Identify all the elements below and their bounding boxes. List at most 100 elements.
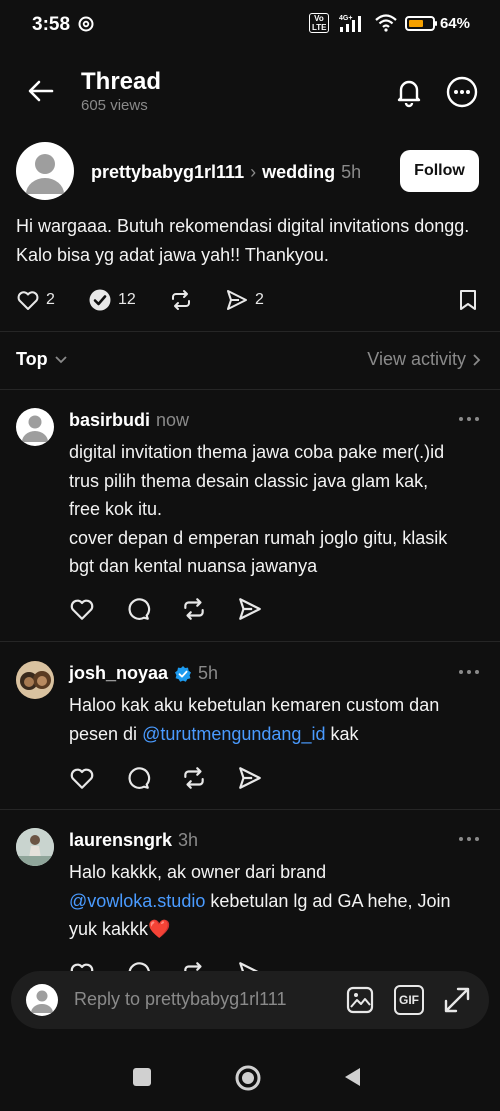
back-triangle-icon[interactable] <box>342 1066 364 1088</box>
comment-icon[interactable] <box>125 765 151 791</box>
more-dots-icon[interactable] <box>458 412 480 426</box>
view-count: 605 views <box>81 97 148 114</box>
send-icon[interactable] <box>237 765 263 791</box>
chevron-right-icon: › <box>250 162 257 182</box>
threads-notification-icon <box>78 16 94 32</box>
system-nav-bar <box>0 1050 500 1111</box>
reply-item: laurensngrk 3h Halo kakkk, ak owner dari… <box>16 828 482 984</box>
reply-count: 12 <box>118 291 136 308</box>
reply-text: Halo kakkk, ak owner dari brand @vowloka… <box>69 858 482 944</box>
like-count: 2 <box>46 291 55 308</box>
chevron-down-icon <box>55 355 67 363</box>
reply-byline: basirbudi now <box>69 410 189 431</box>
reply-text-line: Halo kakkk, ak owner dari brand <box>69 862 327 882</box>
reply-composer[interactable]: Reply to prettybabyg1rl111 GIF <box>11 971 489 1029</box>
divider <box>0 641 500 642</box>
svg-text:4G+: 4G+ <box>339 15 352 22</box>
share-count: 2 <box>255 291 264 308</box>
reply-actions <box>69 765 289 791</box>
battery-percent: 64% <box>439 14 470 32</box>
volte-icon: Vo LTE <box>308 13 329 33</box>
reply-text-line: trus pilih thema desain classic java gla… <box>69 470 429 491</box>
more-dots-icon[interactable] <box>458 832 480 846</box>
heart-icon[interactable] <box>69 765 95 791</box>
reply-username[interactable]: laurensngrk <box>69 830 172 851</box>
sort-bar: Top View activity <box>16 344 482 376</box>
repost-icon[interactable] <box>181 765 207 791</box>
reply-text-line: digital invitation thema jawa coba pake … <box>69 442 445 462</box>
divider <box>0 389 500 390</box>
share-button[interactable]: 2 <box>225 286 264 314</box>
reply-username[interactable]: josh_noyaa <box>69 663 168 684</box>
post-time: 5h <box>341 162 362 182</box>
bookmark-button[interactable] <box>456 286 480 314</box>
reply-text: Haloo kak aku kebetulan kemaren custom d… <box>69 691 482 748</box>
arrow-left-icon[interactable] <box>26 76 56 106</box>
mention-link[interactable]: @vowloka.studio <box>69 891 205 911</box>
reply-text-line: cover depan d emperan rumah joglo gitu, … <box>69 527 448 548</box>
divider <box>0 809 500 810</box>
avatar[interactable] <box>16 142 74 200</box>
sort-dropdown[interactable]: Top <box>16 349 68 370</box>
default-avatar-icon <box>31 990 53 1013</box>
view-activity-label: View activity <box>367 349 466 369</box>
reply-byline: laurensngrk 3h <box>69 830 198 851</box>
repost-button[interactable] <box>169 286 193 314</box>
post-text: Hi wargaaa. Butuh rekomendasi digital in… <box>16 216 470 265</box>
post-topic[interactable]: wedding <box>262 162 335 182</box>
repost-icon <box>172 290 190 310</box>
bell-icon[interactable] <box>393 76 425 108</box>
send-icon <box>227 290 247 310</box>
divider <box>0 331 500 332</box>
repost-icon[interactable] <box>181 596 207 622</box>
post-byline: prettybabyg1rl111 › wedding 5h <box>91 162 361 183</box>
default-avatar-icon <box>26 154 64 194</box>
mention-link[interactable]: @turutmengundang_id <box>142 724 325 744</box>
expand-icon[interactable] <box>442 985 472 1015</box>
send-icon[interactable] <box>237 596 263 622</box>
wifi-icon <box>375 14 397 32</box>
gif-icon[interactable]: GIF <box>394 985 424 1015</box>
more-circle-icon[interactable] <box>446 76 478 108</box>
image-icon[interactable] <box>345 985 375 1015</box>
like-button[interactable]: 2 <box>16 286 55 314</box>
avatar <box>26 984 58 1016</box>
sort-label: Top <box>16 349 48 369</box>
comment-icon[interactable] <box>125 596 151 622</box>
post-header: prettybabyg1rl111 › wedding 5h Follow <box>16 142 486 202</box>
home-icon[interactable] <box>234 1064 262 1092</box>
status-bar: 3:58 Vo LTE 4G+ 64% <box>0 0 500 52</box>
page-title: Thread <box>81 68 162 95</box>
thread-header: Thread 605 views <box>0 62 500 122</box>
reply-username[interactable]: basirbudi <box>69 410 150 431</box>
reply-byline: josh_noyaa 5h <box>69 663 218 684</box>
avatar[interactable] <box>16 408 54 446</box>
reply-time: now <box>156 410 190 430</box>
view-activity-link[interactable]: View activity <box>367 349 482 370</box>
chevron-right-icon <box>473 353 481 366</box>
bookmark-icon <box>460 290 476 310</box>
signal-icon: 4G+ <box>339 15 361 32</box>
reply-time: 5h <box>198 663 219 683</box>
more-dots-icon[interactable] <box>458 665 480 679</box>
reply-item: basirbudi now digital invitation thema j… <box>16 408 482 626</box>
heart-icon[interactable] <box>69 596 95 622</box>
reply-time: 3h <box>178 830 199 850</box>
reply-item: josh_noyaa 5h Haloo kak aku kebetulan ke… <box>16 661 482 791</box>
battery-icon <box>404 15 437 31</box>
reply-input[interactable]: Reply to prettybabyg1rl111 <box>74 989 286 1010</box>
reply-text-line: free kok itu. <box>69 499 163 519</box>
verified-badge-icon <box>175 665 192 682</box>
post-actions: 2 12 2 <box>16 286 486 314</box>
photo-avatar-icon <box>16 828 54 866</box>
post-username[interactable]: prettybabyg1rl111 <box>91 162 244 182</box>
avatar[interactable] <box>16 828 54 866</box>
replies-button[interactable]: 12 <box>88 286 136 314</box>
default-avatar-icon <box>22 415 48 442</box>
reply-text-end: kak <box>325 723 359 744</box>
avatar[interactable] <box>16 661 54 699</box>
follow-button[interactable]: Follow <box>400 150 479 192</box>
recents-icon[interactable] <box>131 1066 153 1088</box>
status-time: 3:58 <box>32 14 71 35</box>
reply-text-line: bgt dan kental nuansa jawanya <box>69 556 318 576</box>
